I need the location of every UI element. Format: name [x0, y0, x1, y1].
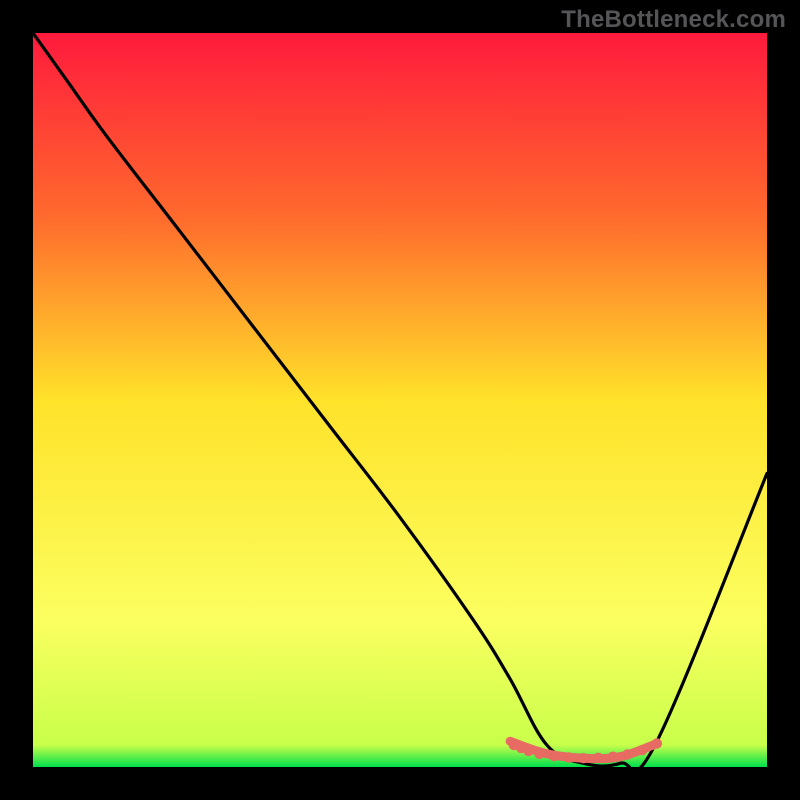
highlight-dot: [637, 745, 647, 755]
watermark-text: TheBottleneck.com: [561, 6, 786, 34]
highlight-dot: [564, 752, 574, 762]
highlight-dot: [593, 753, 603, 763]
chart-svg: [33, 33, 767, 767]
chart-stage: TheBottleneck.com: [0, 0, 800, 800]
gradient-background: [33, 33, 767, 767]
highlight-dot: [534, 749, 544, 759]
plot-area: [33, 33, 767, 767]
highlight-dot: [578, 753, 588, 763]
highlight-dot: [608, 752, 618, 762]
highlight-dot: [523, 746, 533, 756]
highlight-dot: [652, 738, 662, 748]
highlight-dot: [622, 749, 632, 759]
highlight-dot: [549, 751, 559, 761]
